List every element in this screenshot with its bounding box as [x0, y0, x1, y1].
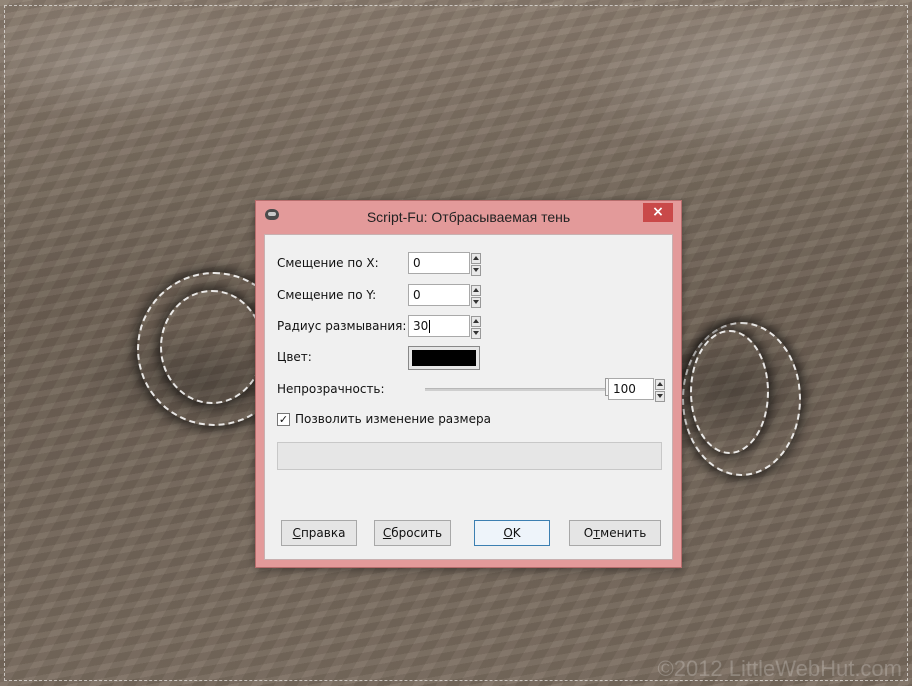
reset-button[interactable]: Сбросить	[374, 520, 451, 546]
ok-label-rest: K	[512, 526, 521, 540]
color-row: Цвет:	[277, 346, 497, 370]
blur-radius-value-wrap: 30	[413, 319, 431, 333]
opacity-label: Непрозрачность:	[277, 382, 385, 396]
spin-up-icon[interactable]	[471, 316, 481, 327]
blur-radius-label: Радиус размывания:	[277, 319, 407, 333]
cancel-button[interactable]: Отменить	[569, 520, 661, 546]
ok-mnemonic: O	[503, 526, 513, 540]
offset-y-value: 0	[413, 288, 421, 302]
offset-x-stepper[interactable]	[471, 253, 481, 276]
allow-resize-label[interactable]: Позволить изменение размера	[295, 412, 491, 426]
offset-y-label: Смещение по Y:	[277, 288, 377, 302]
blur-radius-stepper[interactable]	[471, 316, 481, 339]
blur-radius-value: 30	[413, 319, 429, 333]
reset-label-rest: бросить	[391, 526, 443, 540]
cancel-label-pre: О	[583, 526, 594, 540]
spin-down-icon[interactable]	[471, 265, 481, 276]
ok-button[interactable]: OK	[474, 520, 550, 546]
allow-resize-row[interactable]: ✓ Позволить изменение размера	[277, 411, 537, 433]
dialog-title: Script-Fu: Отбрасываемая тень	[366, 209, 571, 225]
opacity-row: Непрозрачность: 100	[277, 378, 667, 402]
help-mnemonic: С	[292, 526, 301, 540]
color-picker-button[interactable]	[408, 346, 480, 370]
offset-x-input[interactable]: 0	[408, 252, 481, 276]
offset-x-label: Смещение по X:	[277, 256, 379, 270]
watermark: ©2012 LittleWebHut.com	[657, 656, 902, 681]
color-swatch	[412, 350, 476, 366]
progress-bar	[277, 442, 662, 470]
drop-shadow-dialog: Script-Fu: Отбрасываемая тень × Смещение…	[255, 200, 682, 568]
spin-down-icon[interactable]	[655, 391, 665, 402]
selection-ring-left-inner	[160, 290, 264, 404]
spin-up-icon[interactable]	[471, 285, 481, 296]
selection-ring-right-inner	[690, 330, 769, 454]
close-button[interactable]: ×	[643, 203, 673, 222]
offset-y-stepper[interactable]	[471, 285, 481, 308]
offset-x-value: 0	[413, 256, 421, 270]
text-caret	[429, 320, 431, 333]
opacity-slider-track[interactable]	[425, 388, 611, 391]
color-label: Цвет:	[277, 350, 312, 364]
dialog-titlebar[interactable]: Script-Fu: Отбрасываемая тень ×	[256, 201, 681, 234]
help-button[interactable]: Справка	[281, 520, 357, 546]
dialog-body: Смещение по X: 0 Смещение по Y: 0 Радиус…	[264, 234, 673, 560]
spin-up-icon[interactable]	[655, 379, 665, 390]
opacity-input[interactable]: 100	[608, 378, 665, 402]
offset-x-row: Смещение по X: 0	[277, 252, 481, 276]
spin-down-icon[interactable]	[471, 297, 481, 308]
opacity-value: 100	[613, 382, 636, 396]
spin-down-icon[interactable]	[471, 328, 481, 339]
blur-radius-row: Радиус размывания: 30	[277, 315, 481, 339]
spin-up-icon[interactable]	[471, 253, 481, 264]
cancel-label-rest: менить	[600, 526, 647, 540]
help-label-rest: правка	[300, 526, 346, 540]
offset-y-row: Смещение по Y: 0	[277, 284, 481, 308]
allow-resize-checkbox[interactable]: ✓	[277, 413, 290, 426]
blur-radius-input[interactable]: 30	[408, 315, 481, 339]
offset-y-input[interactable]: 0	[408, 284, 481, 308]
opacity-stepper[interactable]	[655, 379, 665, 402]
